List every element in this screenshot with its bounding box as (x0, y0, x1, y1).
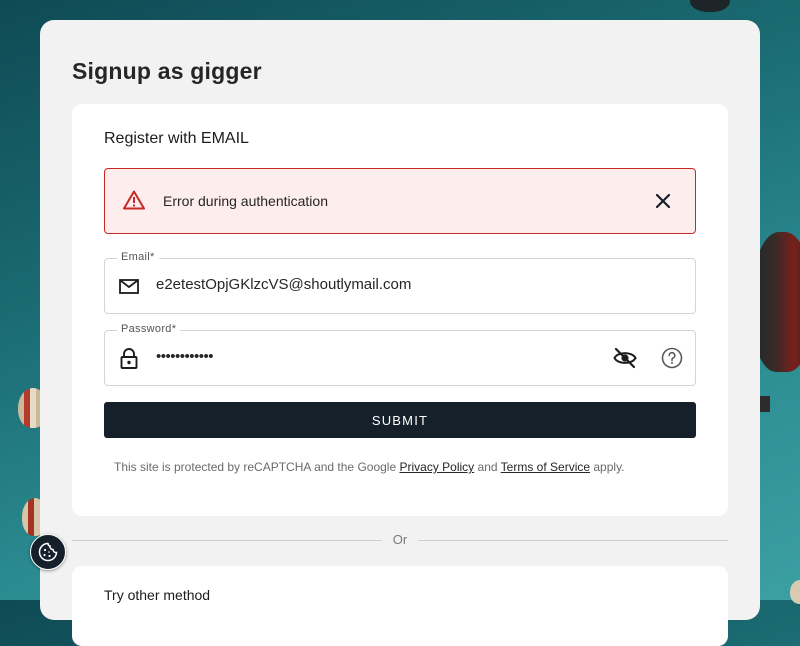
other-method-heading: Try other method (104, 587, 211, 603)
privacy-policy-link[interactable]: Privacy Policy (399, 460, 474, 474)
recaptcha-prefix: This site is protected by reCAPTCHA and … (114, 460, 397, 474)
email-field[interactable]: Email* e2etestOpjGKlzcVS@shoutlymail.com (104, 251, 696, 314)
background-balloon (690, 0, 730, 12)
lock-icon (119, 348, 139, 369)
mail-icon (119, 276, 139, 296)
register-email-panel: Register with EMAIL Error during authent… (72, 104, 728, 516)
register-heading: Register with EMAIL (104, 130, 249, 147)
cookie-settings-button[interactable] (30, 534, 66, 570)
warning-triangle-icon (123, 190, 145, 210)
recaptcha-and: and (477, 460, 498, 474)
signup-card: Signup as gigger Register with EMAIL Err… (40, 20, 760, 646)
recaptcha-notice: This site is protected by reCAPTCHA and … (114, 460, 625, 474)
error-alert: Error during authentication (104, 168, 696, 234)
terms-of-service-link[interactable]: Terms of Service (501, 460, 590, 474)
page-title: Signup as gigger (72, 58, 262, 84)
password-field[interactable]: Password* •••••••••••• (104, 323, 696, 386)
password-label: Password* (117, 323, 181, 335)
close-icon[interactable] (653, 191, 673, 211)
email-label: Email* (117, 251, 159, 263)
email-input[interactable]: e2etestOpjGKlzcVS@shoutlymail.com (156, 276, 575, 293)
other-method-panel: Try other method (72, 566, 728, 646)
recaptcha-suffix: apply. (593, 460, 625, 474)
help-circle-icon[interactable] (661, 347, 683, 369)
eye-slash-icon[interactable] (613, 347, 637, 369)
divider-line (418, 540, 728, 541)
error-message: Error during authentication (163, 193, 328, 209)
submit-button[interactable]: SUBMIT (104, 402, 696, 438)
background-balloon-basket (760, 396, 770, 412)
password-input[interactable]: •••••••••••• (156, 348, 575, 365)
background-balloon (790, 580, 800, 604)
or-divider: Or (72, 531, 728, 549)
